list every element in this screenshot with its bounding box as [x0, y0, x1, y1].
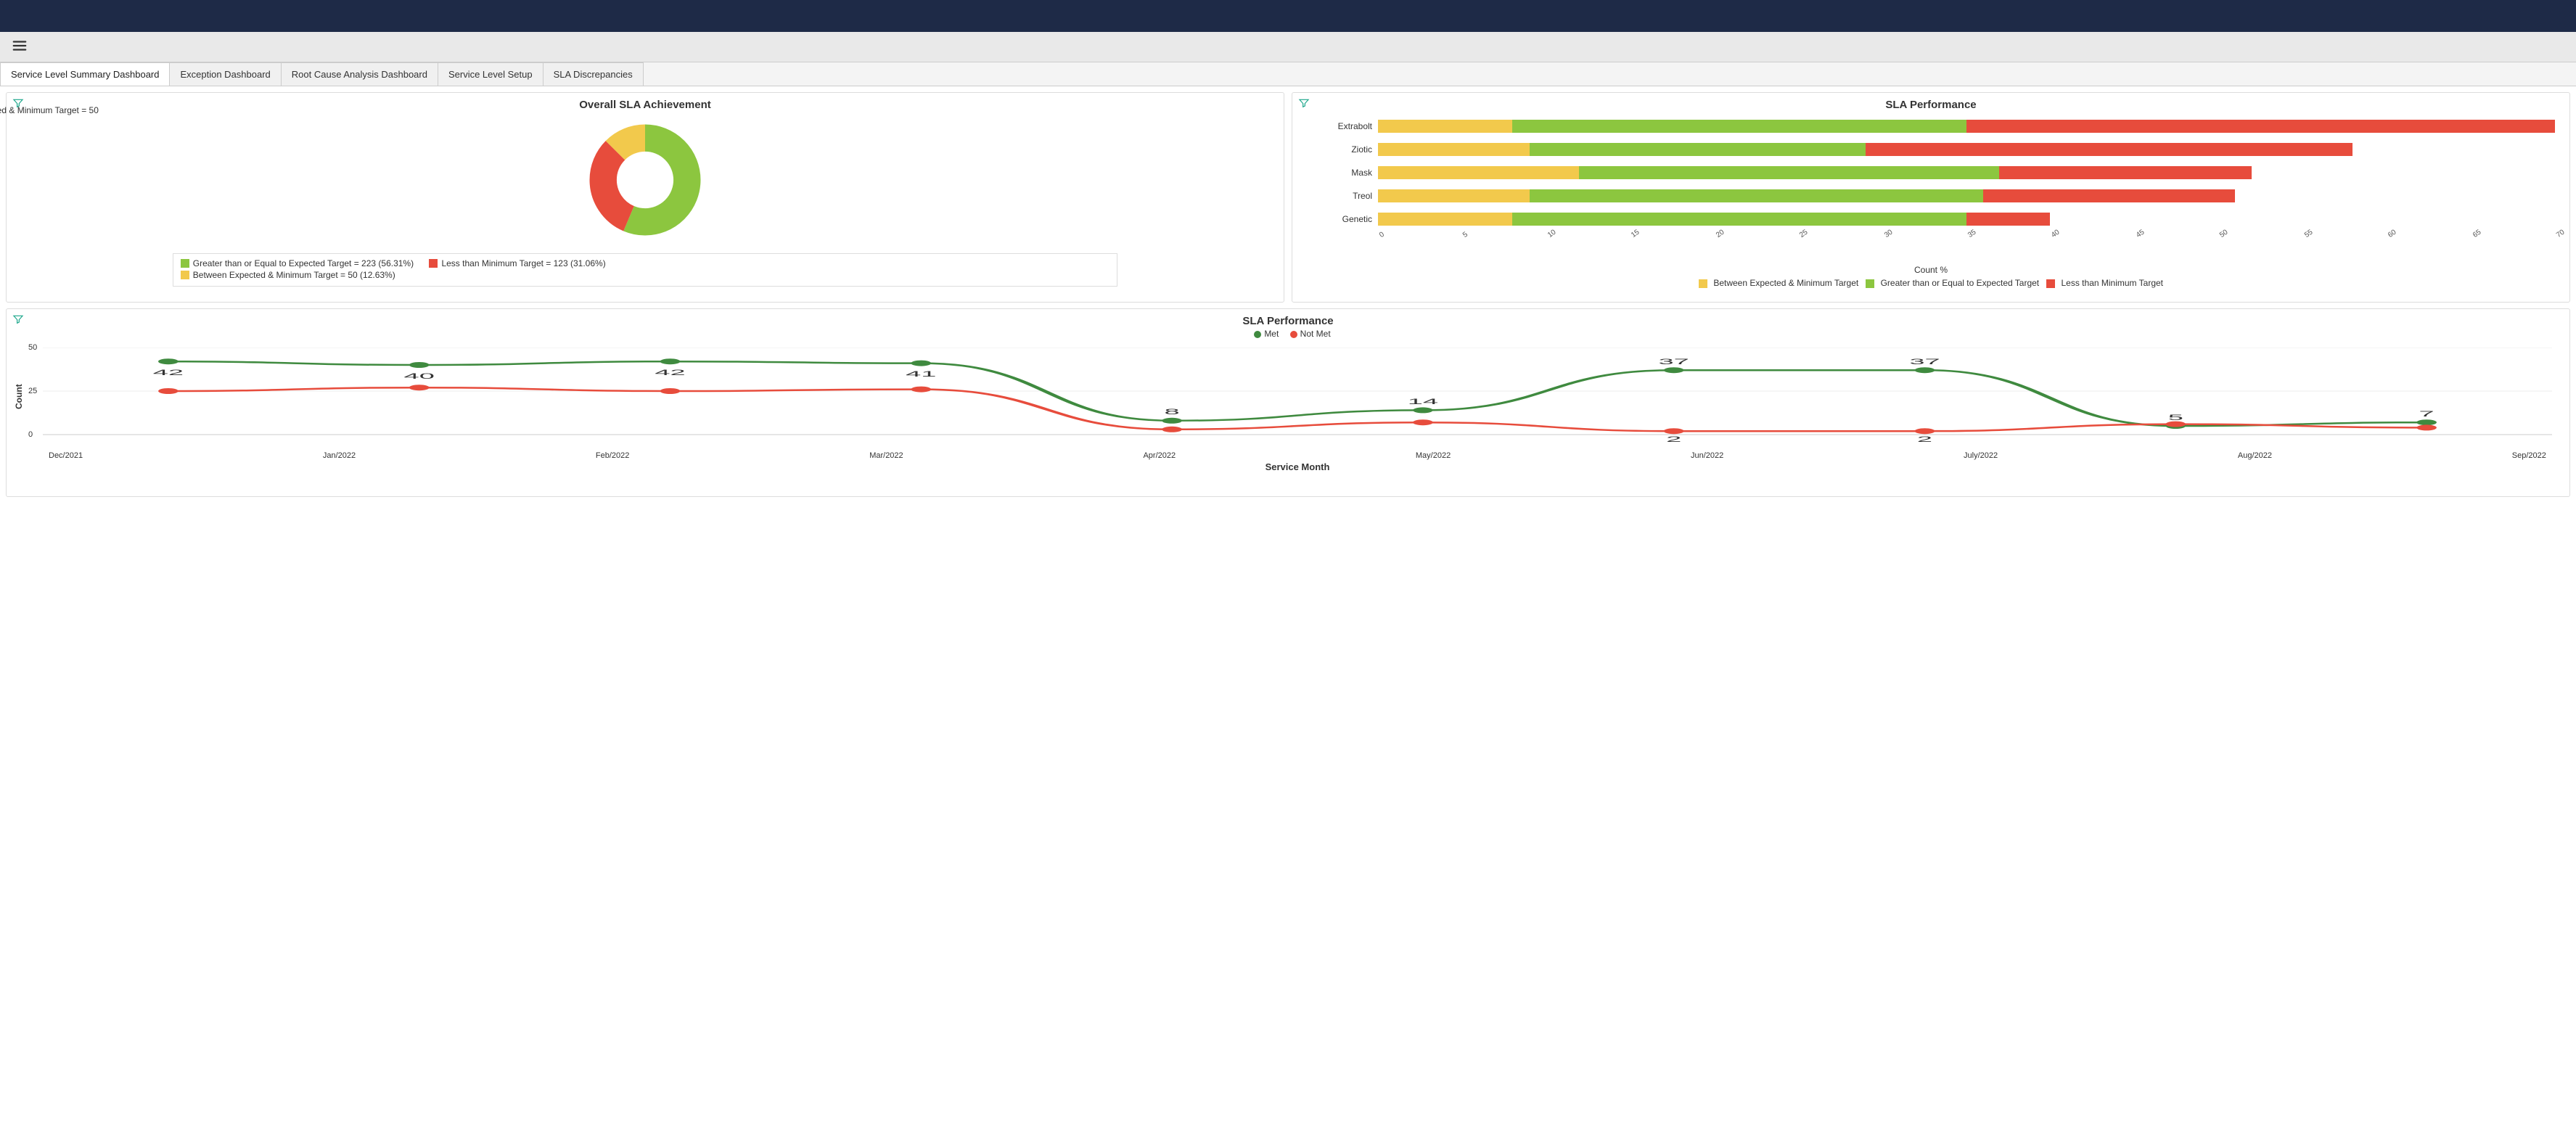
legend-bt: Between Expected & Minimum Target = 50 (… — [193, 270, 395, 280]
tab-exception-dashboard[interactable]: Exception Dashboard — [169, 62, 281, 86]
line-legend: Met Not Met — [7, 327, 2569, 343]
bar-legend: Between Expected & Minimum Target Greate… — [1292, 275, 2569, 292]
panel-title: Overall SLA Achievement — [7, 93, 1284, 111]
dashboard-tabs: Service Level Summary Dashboard Exceptio… — [0, 62, 2576, 86]
donut-label-bt: Between Expected & Minimum Target = 50 — [0, 105, 99, 115]
line-chart[interactable]: 42 40 42 41 8 14 37 37 5 7 2 2 — [43, 348, 2552, 449]
svg-text:14: 14 — [1408, 397, 1438, 406]
hamburger-icon[interactable] — [7, 33, 32, 60]
bar-cat-mask: Mask — [1336, 168, 1378, 178]
svg-text:40: 40 — [404, 371, 435, 380]
svg-text:8: 8 — [1165, 407, 1180, 416]
panel-title: SLA Performance — [7, 309, 2569, 327]
legend-lt: Less than Minimum Target = 123 (31.06%) — [441, 258, 605, 268]
panel-title: SLA Performance — [1292, 93, 2569, 111]
tab-root-cause-analysis[interactable]: Root Cause Analysis Dashboard — [281, 62, 438, 86]
svg-text:5: 5 — [2168, 413, 2183, 422]
menu-bar — [0, 32, 2576, 62]
stacked-bar-chart[interactable]: Extrabolt Ziotic Mask Treol Genetic — [1292, 111, 2569, 229]
svg-text:42: 42 — [153, 368, 184, 377]
svg-text:42: 42 — [655, 368, 685, 377]
tab-sla-discrepancies[interactable]: SLA Discrepancies — [543, 62, 644, 86]
bar-x-axis: 0 5 10 15 20 25 30 35 40 45 50 55 60 65 … — [1378, 233, 2555, 255]
bar-cat-treol: Treol — [1336, 191, 1378, 201]
top-navbar — [0, 0, 2576, 32]
svg-text:7: 7 — [2419, 409, 2435, 418]
bar-cat-extrabolt: Extrabolt — [1336, 121, 1378, 131]
svg-text:37: 37 — [1659, 357, 1689, 366]
bar-xlabel: Count % — [1292, 265, 2569, 275]
donut-chart[interactable] — [583, 118, 707, 242]
bar-cat-ziotic: Ziotic — [1336, 144, 1378, 155]
filter-icon[interactable] — [12, 313, 24, 327]
filter-icon[interactable] — [1298, 97, 1310, 111]
line-x-axis: Dec/2021 Jan/2022 Feb/2022 Mar/2022 Apr/… — [43, 451, 2552, 460]
panel-sla-performance-line: SLA Performance Met Not Met Count 50 25 … — [6, 308, 2570, 497]
bar-cat-genetic: Genetic — [1336, 214, 1378, 224]
donut-legend: Greater than or Equal to Expected Target… — [173, 253, 1117, 287]
tab-service-level-summary[interactable]: Service Level Summary Dashboard — [0, 62, 170, 86]
line-xlabel: Service Month — [43, 461, 2552, 472]
svg-text:2: 2 — [1917, 435, 1932, 443]
svg-text:41: 41 — [906, 369, 936, 378]
svg-text:2: 2 — [1666, 435, 1681, 443]
panel-overall-sla-achievement: Overall SLA Achievement Less than Minimu… — [6, 92, 1284, 303]
panel-sla-performance-bars: SLA Performance Extrabolt Ziotic Mask Tr… — [1292, 92, 2570, 303]
tab-service-level-setup[interactable]: Service Level Setup — [438, 62, 543, 86]
legend-ge: Greater than or Equal to Expected Target… — [193, 258, 414, 268]
svg-text:37: 37 — [1909, 357, 1940, 366]
line-ylabel: Count — [14, 384, 24, 409]
